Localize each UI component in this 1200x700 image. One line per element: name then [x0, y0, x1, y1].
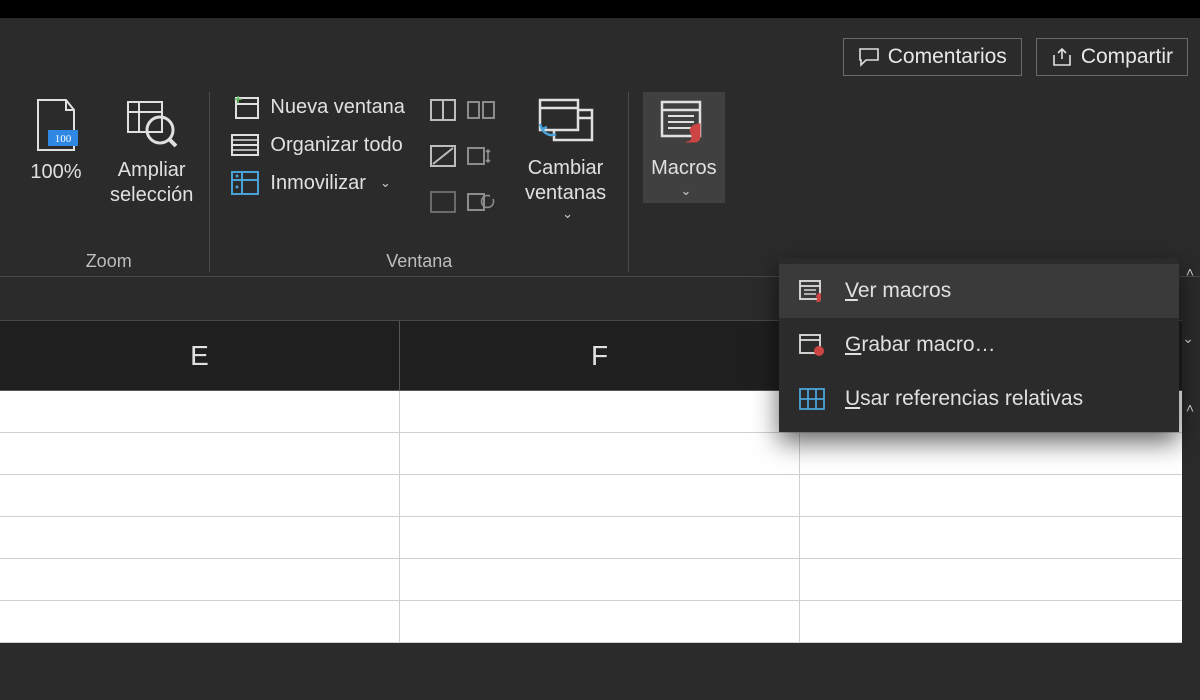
sheet-row — [0, 475, 1200, 517]
freeze-panes-button[interactable]: Inmovilizar ⌄ — [224, 168, 411, 198]
cell[interactable] — [0, 517, 400, 558]
switch-windows-button[interactable]: Cambiar ventanas ⌄ — [517, 92, 614, 226]
cell[interactable] — [800, 601, 1200, 642]
sync-scroll-icon — [466, 144, 496, 168]
column-header[interactable]: E — [0, 321, 400, 390]
cell[interactable] — [400, 391, 800, 432]
share-icon — [1051, 47, 1073, 67]
zoom-100-button[interactable]: 100 100% — [16, 92, 96, 189]
split-button[interactable] — [427, 94, 459, 126]
zoom-selection-button[interactable]: Ampliar selección — [102, 92, 201, 212]
cell[interactable] — [0, 433, 400, 474]
side-by-side-icon — [466, 98, 496, 122]
menu-item-label: Grabar macro… — [845, 333, 996, 357]
share-button[interactable]: Compartir — [1036, 38, 1188, 76]
menu-item-view-macros[interactable]: Ver macros — [779, 264, 1179, 318]
relative-refs-icon — [797, 386, 827, 412]
switch-windows-label: Cambiar ventanas — [525, 156, 606, 206]
reset-position-button[interactable] — [465, 186, 497, 218]
chevron-down-icon: ⌄ — [562, 206, 573, 222]
macros-label: Macros — [651, 156, 717, 181]
macros-button[interactable]: Macros ⌄ — [643, 92, 725, 203]
view-macros-icon — [797, 278, 827, 304]
page-100-icon: 100 — [30, 96, 82, 154]
upper-right-actions: Comentarios Compartir — [843, 38, 1188, 76]
group-zoom-label: Zoom — [86, 251, 132, 272]
hide-button[interactable] — [427, 140, 459, 172]
unhide-icon — [429, 190, 457, 214]
freeze-label: Inmovilizar — [270, 172, 366, 195]
sheet-row — [0, 559, 1200, 601]
comments-label: Comentarios — [888, 45, 1007, 69]
new-window-button[interactable]: + Nueva ventana — [224, 92, 411, 122]
switch-windows-icon — [534, 96, 598, 150]
cell[interactable] — [800, 517, 1200, 558]
freeze-icon — [230, 170, 260, 196]
macros-icon — [654, 96, 714, 150]
cell[interactable] — [0, 601, 400, 642]
vertical-scrollbar-track[interactable] — [1182, 308, 1200, 700]
group-macros-label — [681, 251, 686, 272]
comment-icon — [858, 47, 880, 67]
cell[interactable] — [0, 391, 400, 432]
chevron-down-icon: ⌄ — [680, 183, 691, 199]
titlebar — [0, 0, 1200, 18]
menu-item-use-relative-refs[interactable]: Usar referencias relativas — [779, 372, 1179, 426]
record-macro-icon — [797, 332, 827, 358]
scroll-up-icon[interactable]: ˄ — [1186, 400, 1194, 416]
cell[interactable] — [800, 559, 1200, 600]
group-macros: Macros ⌄ — [629, 92, 739, 272]
cell[interactable] — [400, 475, 800, 516]
sync-scroll-button[interactable] — [465, 140, 497, 172]
zoom-selection-label: Ampliar selección — [110, 158, 193, 208]
collapse-ribbon-chevron-icon[interactable]: ˄ — [1186, 264, 1194, 280]
cell[interactable] — [400, 433, 800, 474]
cell[interactable] — [400, 559, 800, 600]
hide-icon — [429, 144, 457, 168]
cell[interactable] — [400, 601, 800, 642]
menu-item-label: Ver macros — [845, 279, 951, 303]
view-side-by-side-button[interactable] — [465, 94, 497, 126]
svg-text:+: + — [234, 94, 242, 107]
group-window-label: Ventana — [386, 251, 452, 272]
group-zoom: 100 100% Amplia — [8, 92, 210, 272]
cell[interactable] — [800, 475, 1200, 516]
zoom-selection-icon — [124, 96, 180, 152]
sheet-row — [0, 517, 1200, 559]
column-header[interactable]: F — [400, 321, 800, 390]
cell[interactable] — [0, 475, 400, 516]
cell[interactable] — [0, 559, 400, 600]
split-icon — [429, 98, 457, 122]
new-window-label: Nueva ventana — [270, 96, 405, 119]
menu-item-label: Usar referencias relativas — [845, 387, 1083, 411]
sheet-row — [0, 433, 1200, 475]
cell[interactable] — [400, 517, 800, 558]
share-label: Compartir — [1081, 45, 1173, 69]
menu-item-record-macro[interactable]: Grabar macro… — [779, 318, 1179, 372]
zoom-100-label: 100% — [30, 160, 81, 185]
ribbon-groups: 100 100% Amplia — [8, 92, 1192, 272]
chevron-down-icon: ⌄ — [380, 175, 391, 191]
sheet-row — [0, 601, 1200, 643]
macros-dropdown-menu: Ver macros Grabar macro… Usar referencia… — [779, 258, 1179, 432]
arrange-all-icon — [230, 132, 260, 158]
ribbon: Comentarios Compartir 100 — [0, 18, 1200, 277]
arrange-all-button[interactable]: Organizar todo — [224, 130, 411, 160]
unhide-button[interactable] — [427, 186, 459, 218]
formula-bar-expand-icon[interactable]: ⌄ — [1182, 330, 1194, 347]
svg-text:100: 100 — [55, 133, 72, 145]
comments-button[interactable]: Comentarios — [843, 38, 1022, 76]
cell[interactable] — [800, 433, 1200, 474]
new-window-icon: + — [230, 94, 260, 120]
reset-position-icon — [466, 190, 496, 214]
arrange-all-label: Organizar todo — [270, 134, 402, 157]
group-window: + Nueva ventana Organizar todo — [210, 92, 629, 272]
